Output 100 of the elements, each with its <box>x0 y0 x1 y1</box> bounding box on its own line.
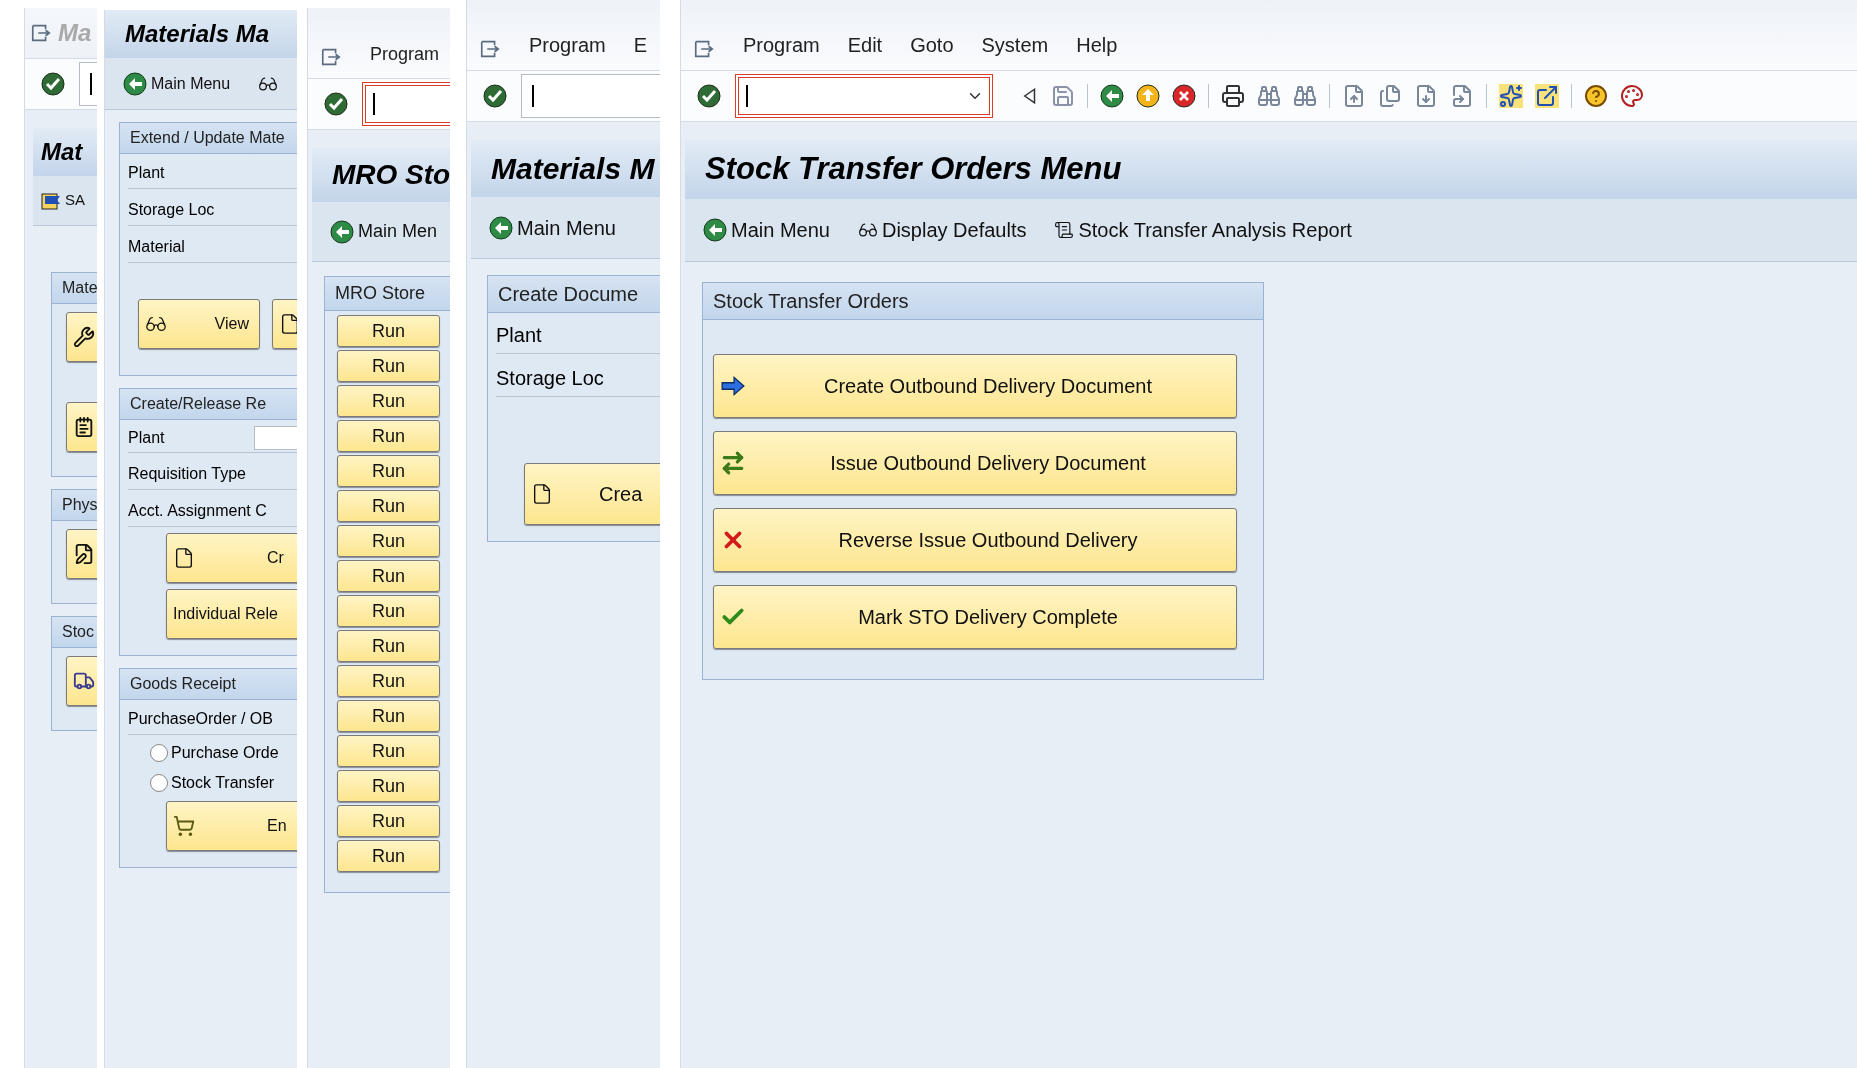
field-label: Requisition Type <box>128 465 246 482</box>
cancel-icon[interactable] <box>1172 84 1196 108</box>
first-page-icon[interactable] <box>1342 84 1366 108</box>
window-title: Ma <box>58 18 92 48</box>
command-field[interactable] <box>735 74 993 118</box>
screen-title: Materials M <box>471 140 660 197</box>
swap-arrows-icon <box>720 449 746 476</box>
action-button[interactable]: En <box>166 801 297 851</box>
field-label: Storage Loc <box>128 201 215 218</box>
check-icon[interactable] <box>41 72 65 96</box>
radio-label: Purchase Orde <box>171 743 279 763</box>
screen-title: Mat <box>33 128 97 176</box>
group-title: Goods Receipt <box>120 669 297 700</box>
group-title: Create/Release Re <box>120 389 297 420</box>
screen-title: Materials Ma <box>105 10 297 58</box>
check-icon[interactable] <box>483 84 507 108</box>
action-button[interactable]: Run <box>337 595 440 627</box>
action-button[interactable]: Run <box>337 350 440 382</box>
cart-icon <box>173 815 195 837</box>
action-button[interactable]: Run <box>337 770 440 802</box>
action-button[interactable]: Crea <box>524 463 660 525</box>
menu-item[interactable]: System <box>981 30 1049 60</box>
radio-button[interactable] <box>150 774 168 792</box>
action-button[interactable]: Run <box>337 385 440 417</box>
toolbar-button[interactable]: Stock Transfer Analysis Report <box>1054 214 1352 245</box>
toolbar-button[interactable]: Main Menu <box>703 214 830 245</box>
shortcut-icon[interactable] <box>1535 84 1559 108</box>
screen-title: Stock Transfer Orders Menu <box>685 140 1857 199</box>
group-title: Extend / Update Mate <box>120 123 297 154</box>
action-button[interactable]: View <box>138 299 260 349</box>
truck-icon <box>73 670 95 692</box>
action-button[interactable]: Issue Outbound Delivery Document <box>713 430 1237 495</box>
menu-icon[interactable] <box>320 46 342 68</box>
field-label: Plant <box>128 428 166 448</box>
action-button[interactable]: Run <box>337 840 440 872</box>
screen-title: MRO Sto <box>312 148 450 202</box>
group-title: Phys <box>52 490 97 521</box>
back-icon[interactable] <box>1100 84 1124 108</box>
action-button[interactable]: Run <box>337 455 440 487</box>
back-icon <box>703 217 727 242</box>
group-title: Mate <box>52 273 97 304</box>
action-button[interactable]: Run <box>337 805 440 837</box>
back-icon <box>330 219 354 244</box>
action-button[interactable]: Run <box>337 700 440 732</box>
menu-item[interactable]: Program <box>370 41 440 68</box>
print-icon[interactable] <box>1221 84 1245 108</box>
save-icon[interactable] <box>1051 84 1075 108</box>
toolbar-button[interactable]: Display Defaults <box>857 214 1027 245</box>
menu-icon[interactable] <box>693 38 715 60</box>
wrench-icon <box>73 326 95 348</box>
folder-flag-icon <box>41 190 61 211</box>
previous-page-icon[interactable] <box>1378 84 1402 108</box>
find-next-icon[interactable] <box>1293 84 1317 108</box>
radio-label: Stock Transfer <box>171 773 275 793</box>
action-button[interactable]: Run <box>337 665 440 697</box>
last-page-icon[interactable] <box>1450 84 1474 108</box>
menu-item[interactable]: Program <box>529 30 606 60</box>
check-icon[interactable] <box>697 84 721 108</box>
action-button[interactable]: Run <box>337 420 440 452</box>
menu-item[interactable]: Edit <box>847 30 883 60</box>
group-title: Stoc <box>52 617 97 648</box>
menu-item[interactable]: E <box>633 30 648 60</box>
layout-settings-icon[interactable] <box>1620 84 1644 108</box>
action-button[interactable]: Run <box>337 560 440 592</box>
new-window-icon[interactable] <box>1499 84 1523 108</box>
action-button[interactable]: Run <box>337 630 440 662</box>
check-icon[interactable] <box>324 92 348 116</box>
group-title: Create Docume <box>488 276 660 313</box>
action-button[interactable]: Cr <box>166 533 297 583</box>
next-page-icon[interactable] <box>1414 84 1438 108</box>
action-button[interactable]: Run <box>337 315 440 347</box>
field-label: Acct. Assignment C <box>128 502 267 519</box>
help-icon[interactable] <box>1584 84 1608 108</box>
menu-icon[interactable] <box>479 38 501 60</box>
document-icon <box>531 483 553 505</box>
document-icon <box>173 547 195 569</box>
action-button[interactable]: Create Outbound Delivery Document <box>713 353 1237 418</box>
document-icon <box>279 313 297 335</box>
radio-button[interactable] <box>150 744 168 762</box>
menu-item[interactable]: Program <box>743 30 820 60</box>
action-button[interactable]: Run <box>337 735 440 767</box>
field-label: Plant <box>496 324 542 346</box>
action-button[interactable]: Reverse Issue Outbound Delivery <box>713 507 1237 572</box>
menu-item[interactable]: Goto <box>910 30 954 60</box>
group-title: Stock Transfer Orders <box>703 282 1263 320</box>
action-button[interactable]: Mark STO Delivery Complete <box>713 584 1237 649</box>
field-label: PurchaseOrder / OB <box>128 710 273 727</box>
form-pencil-icon <box>73 543 95 565</box>
field-label: Material <box>128 238 185 255</box>
field-label: Plant <box>128 164 165 181</box>
back-icon <box>123 71 147 96</box>
menu-item[interactable]: Help <box>1076 30 1118 60</box>
group-title: MRO Store <box>325 277 450 311</box>
back-icon <box>489 215 513 240</box>
action-button[interactable]: Individual Rele <box>166 589 297 639</box>
action-button[interactable]: Run <box>337 525 440 557</box>
action-button[interactable]: Run <box>337 490 440 522</box>
find-icon[interactable] <box>1257 84 1281 108</box>
field-label: Storage Loc <box>496 367 604 389</box>
menu-icon[interactable] <box>30 22 52 44</box>
